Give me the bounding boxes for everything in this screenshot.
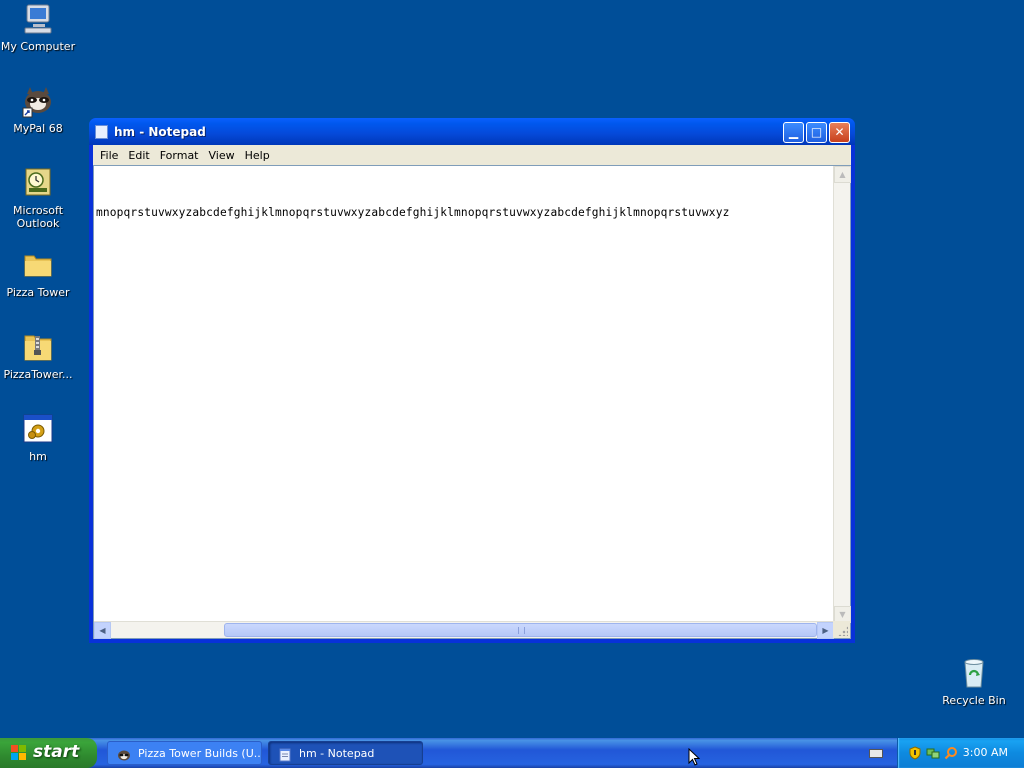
network-icon[interactable] — [926, 746, 940, 760]
horizontal-scrollbar[interactable]: ◀ ▶ — [94, 621, 834, 639]
text-editor-area[interactable]: mnopqrstuvwxyzabcdefghijklmnopqrstuvwxyz… — [93, 165, 851, 639]
scroll-right-icon[interactable]: ▶ — [817, 622, 834, 639]
recycle-bin-icon — [957, 656, 991, 690]
folder-icon — [21, 248, 55, 282]
scroll-left-icon[interactable]: ◀ — [94, 622, 111, 639]
minimize-button[interactable]: ▁ — [783, 122, 804, 143]
resize-grip[interactable] — [833, 621, 850, 638]
zip-folder-icon — [21, 330, 55, 364]
menu-bar: File Edit Format View Help — [93, 145, 851, 165]
title-bar[interactable]: hm - Notepad ▁ □ ✕ — [89, 118, 855, 145]
document-text[interactable]: mnopqrstuvwxyzabcdefghijklmnopqrstuvwxyz… — [96, 206, 832, 219]
system-tray: 3:00 AM — [897, 738, 1024, 768]
notepad-icon — [95, 125, 108, 139]
security-shield-icon[interactable] — [908, 746, 922, 760]
scroll-up-icon[interactable]: ▲ — [834, 166, 851, 183]
taskbar-button-pizza-tower-builds[interactable]: Pizza Tower Builds (U... — [107, 741, 262, 765]
notepad-window[interactable]: hm - Notepad ▁ □ ✕ File Edit Format View… — [89, 118, 855, 643]
mouse-cursor-icon — [688, 747, 701, 767]
desktop-icon-label: Pizza Tower — [6, 286, 70, 299]
close-button[interactable]: ✕ — [829, 122, 850, 143]
desktop-icon-recycle-bin[interactable]: Recycle Bin — [936, 656, 1012, 707]
notepad-icon — [278, 747, 292, 762]
my-computer-icon — [21, 2, 55, 36]
task-label: Pizza Tower Builds (U... — [138, 747, 262, 760]
desktop-icon-label: My Computer — [0, 40, 76, 53]
scroll-grip-icon — [518, 627, 525, 634]
search-icon[interactable] — [944, 746, 958, 760]
window-title: hm - Notepad — [114, 125, 206, 139]
mypal-browser-icon — [21, 84, 55, 118]
desktop-icon-outlook[interactable]: Microsoft Outlook — [0, 166, 76, 230]
desktop-icon-pizza-tower-zip[interactable]: PizzaTower... — [0, 330, 76, 381]
minimize-icon: ▁ — [788, 125, 799, 139]
close-icon: ✕ — [834, 125, 845, 139]
maximize-button[interactable]: □ — [806, 122, 827, 143]
desktop-icon-label: Recycle Bin — [942, 694, 1006, 707]
vertical-scrollbar[interactable]: ▲ ▼ — [833, 166, 851, 623]
outlook-icon — [21, 166, 55, 200]
desktop-icon-hm[interactable]: hm — [0, 412, 76, 463]
menu-edit[interactable]: Edit — [123, 149, 154, 162]
maximize-icon: □ — [810, 125, 823, 139]
menu-file[interactable]: File — [95, 149, 123, 162]
desktop-icon-mypal[interactable]: MyPal 68 — [0, 84, 76, 135]
mypal-browser-icon — [117, 747, 131, 761]
desktop-icon-pizza-tower-folder[interactable]: Pizza Tower — [0, 248, 76, 299]
desktop-icon-label: hm — [29, 450, 47, 463]
task-label: hm - Notepad — [299, 747, 375, 760]
menu-help[interactable]: Help — [240, 149, 275, 162]
desktop-icon-label: Microsoft Outlook — [12, 204, 64, 230]
start-button[interactable]: start — [0, 738, 97, 768]
desktop-icon-label: PizzaTower... — [3, 368, 73, 381]
executable-icon — [21, 412, 55, 446]
keyboard-layout-icon[interactable] — [869, 749, 883, 758]
clock[interactable]: 3:00 AM — [963, 746, 1008, 759]
taskbar: start Pizza Tower Builds (U... hm - Note… — [0, 738, 1024, 768]
desktop-icon-my-computer[interactable]: My Computer — [0, 2, 76, 53]
menu-format[interactable]: Format — [155, 149, 204, 162]
menu-view[interactable]: View — [204, 149, 240, 162]
desktop-icon-label: MyPal 68 — [13, 122, 63, 135]
start-label: start — [33, 742, 80, 762]
horizontal-scroll-thumb[interactable] — [224, 623, 817, 637]
taskbar-button-notepad[interactable]: hm - Notepad — [268, 741, 423, 765]
windows-logo-icon — [11, 745, 27, 761]
